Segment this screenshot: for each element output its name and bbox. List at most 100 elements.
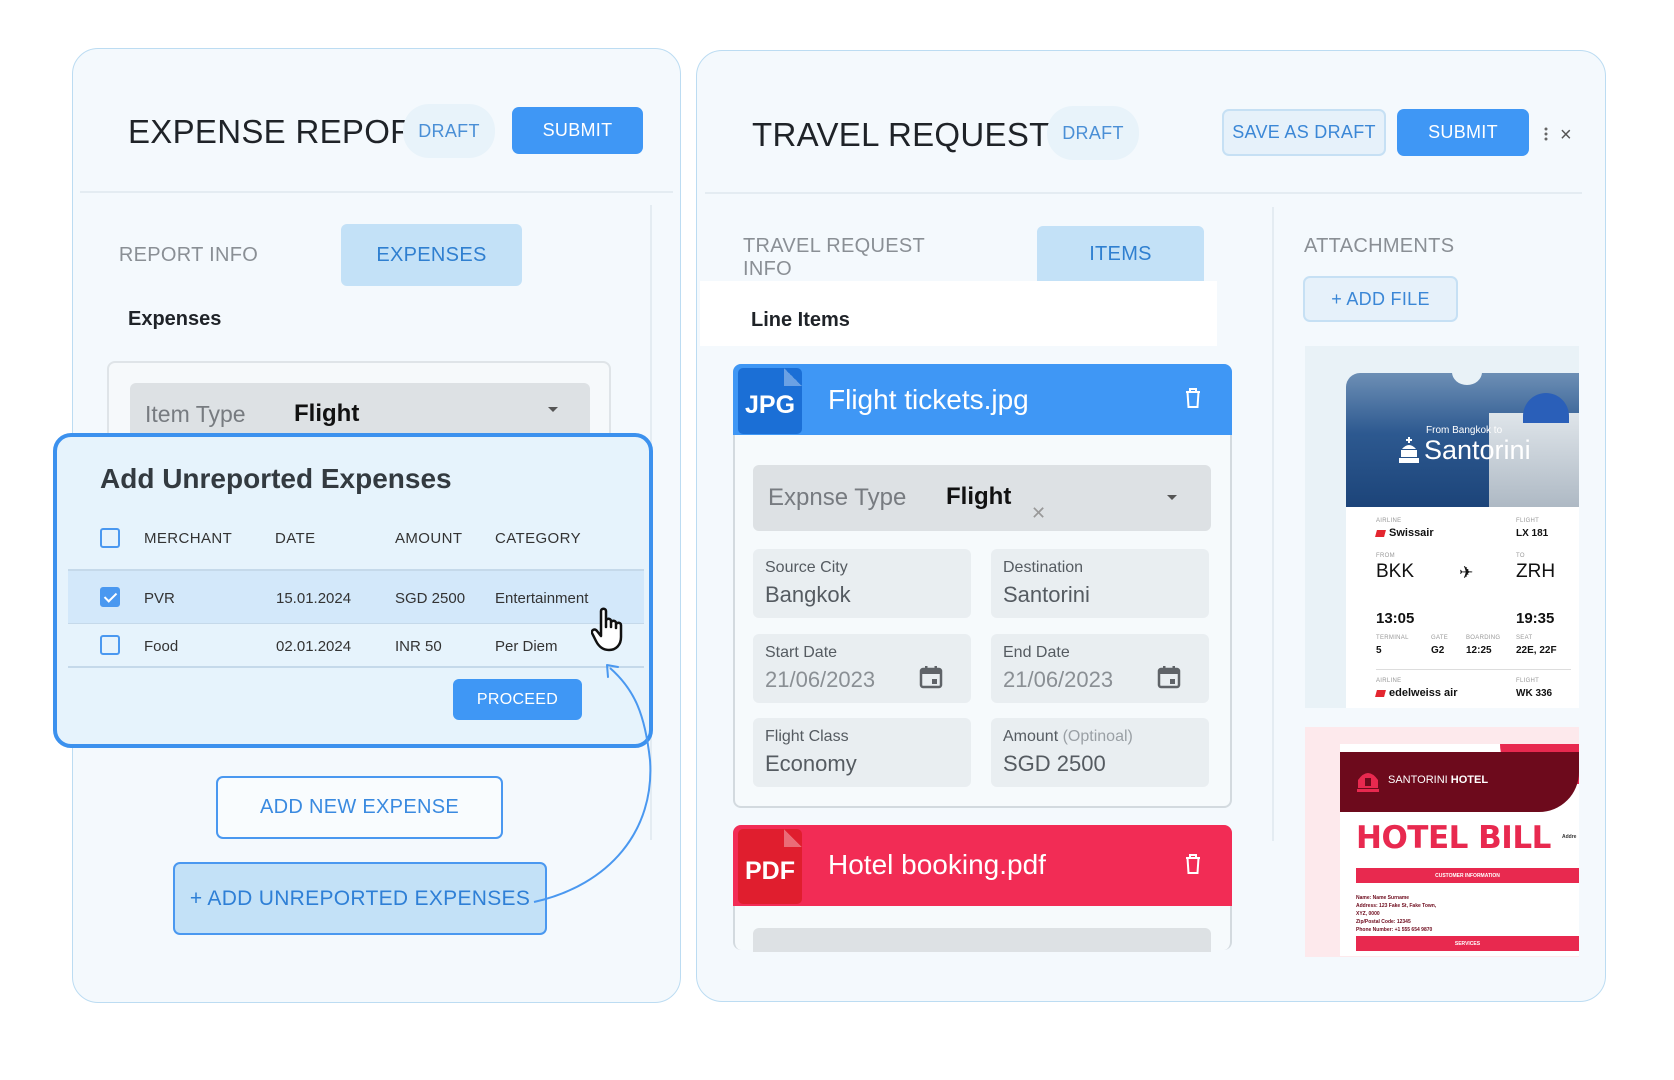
- travel-requests-status-badge: DRAFT: [1047, 106, 1139, 160]
- hand-cursor-icon: [591, 607, 623, 652]
- ticket-terminal: 5: [1376, 645, 1382, 656]
- ticket-label: FLIGHT: [1516, 678, 1540, 684]
- cell-category: Entertainment: [495, 590, 589, 607]
- hotel-address-label: Addre: [1562, 834, 1577, 840]
- flight-class-value: Economy: [765, 751, 857, 776]
- close-icon[interactable]: ×: [1560, 124, 1572, 147]
- cell-category: Per Diem: [495, 638, 558, 655]
- calendar-icon[interactable]: [1157, 665, 1181, 689]
- hotel-bill-title: HOTEL BILL: [1356, 820, 1551, 856]
- ticket-boarding: 12:25: [1466, 645, 1492, 656]
- info-line: XYZ, 0000: [1356, 911, 1380, 917]
- airplane-icon: ✈: [1459, 563, 1474, 582]
- ticket-divider: [1376, 669, 1571, 670]
- start-date-field[interactable]: Start Date 21/06/2023: [753, 634, 971, 703]
- hotel-name-light: SANTORINI: [1388, 774, 1448, 786]
- expense-report-submit-button[interactable]: SUBMIT: [512, 107, 643, 154]
- tab-report-info[interactable]: REPORT INFO: [110, 224, 267, 286]
- info-line: Phone Number: +1 555 654 9870: [1356, 927, 1433, 933]
- destination-field[interactable]: Destination Santorini: [991, 549, 1209, 618]
- expenses-section-label: Expenses: [128, 308, 222, 330]
- optional-hint: (Optinoal): [1062, 728, 1133, 745]
- amount-label-text: Amount: [1003, 728, 1059, 745]
- file-name: Flight tickets.jpg: [828, 384, 1029, 415]
- amount-value: SGD 2500: [1003, 751, 1106, 776]
- chevron-down-icon: [548, 407, 558, 412]
- ticket-from-code: BKK: [1376, 561, 1415, 582]
- chevron-down-icon: [1167, 495, 1177, 500]
- column-header-category: CATEGORY: [495, 530, 581, 547]
- save-as-draft-button[interactable]: SAVE AS DRAFT: [1222, 109, 1386, 156]
- item-type-value: Flight: [294, 400, 360, 427]
- info-line: Address: 123 Fake St, Fake Town,: [1356, 903, 1437, 909]
- flight-ticket-preview: From Bangkok to Santorini AIRLINE Swissa…: [1346, 373, 1579, 708]
- ticket-label: TO: [1516, 553, 1525, 559]
- info-line: Name: Name Surname: [1356, 895, 1410, 901]
- ticket-label: TERMINAL: [1376, 635, 1409, 641]
- cell-date: 15.01.2024: [276, 590, 352, 607]
- flight-class-field[interactable]: Flight Class Economy: [753, 718, 971, 787]
- end-date-value: 21/06/2023: [1003, 667, 1114, 692]
- row-checkbox[interactable]: [100, 587, 120, 607]
- ticket-flight-2: WK 336: [1516, 688, 1553, 699]
- santorini-photo: From Bangkok to Santorini: [1346, 373, 1579, 507]
- source-city-field[interactable]: Source City Bangkok: [753, 549, 971, 618]
- cell-amount: SGD 2500: [395, 590, 466, 607]
- amount-field[interactable]: Amount (Optinoal) SGD 2500: [991, 718, 1209, 787]
- expense-report-title: EXPENSE REPORT: [128, 113, 435, 150]
- airline-name: Swissair: [1389, 527, 1434, 539]
- row-checkbox[interactable]: [100, 635, 120, 655]
- destination-label: Destination: [1003, 559, 1084, 576]
- ticket-notch: [1452, 373, 1482, 385]
- more-options-icon[interactable]: [1544, 127, 1548, 141]
- travel-requests-submit-button[interactable]: SUBMIT: [1397, 109, 1529, 156]
- expense-type-value: Flight: [946, 483, 1012, 510]
- start-date-label: Start Date: [765, 644, 838, 661]
- travel-requests-title: TRAVEL REQUESTS: [752, 116, 1072, 153]
- dome-shape: [1523, 393, 1569, 423]
- cell-merchant: PVR: [144, 590, 175, 607]
- calendar-icon[interactable]: [919, 665, 943, 689]
- airline-name: edelweiss air: [1389, 687, 1458, 699]
- ticket-to-code: ZRH: [1516, 561, 1556, 582]
- ticket-label: AIRLINE: [1376, 518, 1402, 524]
- pdf-file-icon: PDF: [738, 829, 802, 904]
- tab-expenses[interactable]: EXPENSES: [341, 224, 522, 286]
- line-items-section-label: Line Items: [751, 309, 850, 331]
- jpg-file-icon: JPG: [738, 368, 802, 434]
- add-file-button[interactable]: + ADD FILE: [1303, 276, 1458, 322]
- file-header[interactable]: PDF Hotel booking.pdf: [733, 825, 1232, 906]
- clear-icon[interactable]: ✕: [1031, 503, 1046, 524]
- proceed-button[interactable]: PROCEED: [453, 679, 582, 720]
- ticket-flight: LX 181: [1516, 528, 1549, 539]
- trash-icon[interactable]: [1184, 387, 1202, 409]
- info-line: Zip/Postal Code: 12345: [1356, 919, 1411, 925]
- ticket-arrive-time: 19:35: [1516, 610, 1555, 627]
- airline-logo-icon: [1375, 529, 1386, 537]
- cell-date: 02.01.2024: [276, 638, 352, 655]
- ticket-label: BOARDING: [1466, 635, 1501, 641]
- ticket-label: AIRLINE: [1376, 678, 1402, 684]
- trash-icon[interactable]: [1184, 853, 1202, 875]
- ticket-destination: Santorini: [1424, 435, 1531, 465]
- line-item-card: PDF Hotel booking.pdf: [733, 825, 1232, 952]
- tab-items[interactable]: ITEMS: [1037, 226, 1204, 282]
- hotel-name-bold: HOTEL: [1450, 774, 1489, 786]
- file-header[interactable]: JPG Flight tickets.jpg: [733, 364, 1232, 435]
- collapsed-field: [753, 928, 1211, 952]
- ticket-seat: 22E, 22F: [1516, 645, 1557, 656]
- column-header-date: DATE: [275, 530, 316, 547]
- cell-merchant: Food: [144, 638, 179, 655]
- tab-travel-request-info[interactable]: TRAVEL REQUEST INFO: [743, 227, 968, 289]
- expense-type-select[interactable]: Expnse Type Flight ✕: [753, 465, 1211, 531]
- end-date-field[interactable]: End Date 21/06/2023: [991, 634, 1209, 703]
- expense-report-status-badge: DRAFT: [403, 104, 495, 158]
- add-new-expense-button[interactable]: ADD NEW EXPENSE: [216, 776, 503, 839]
- services-bar: SERVICES: [1356, 936, 1579, 951]
- add-unreported-expenses-button[interactable]: + ADD UNREPORTED EXPENSES: [173, 862, 547, 935]
- ticket-label: FROM: [1376, 553, 1395, 559]
- select-all-checkbox[interactable]: [100, 528, 120, 548]
- destination-value: Santorini: [1003, 582, 1090, 607]
- column-header-amount: AMOUNT: [395, 530, 463, 547]
- source-city-value: Bangkok: [765, 582, 851, 607]
